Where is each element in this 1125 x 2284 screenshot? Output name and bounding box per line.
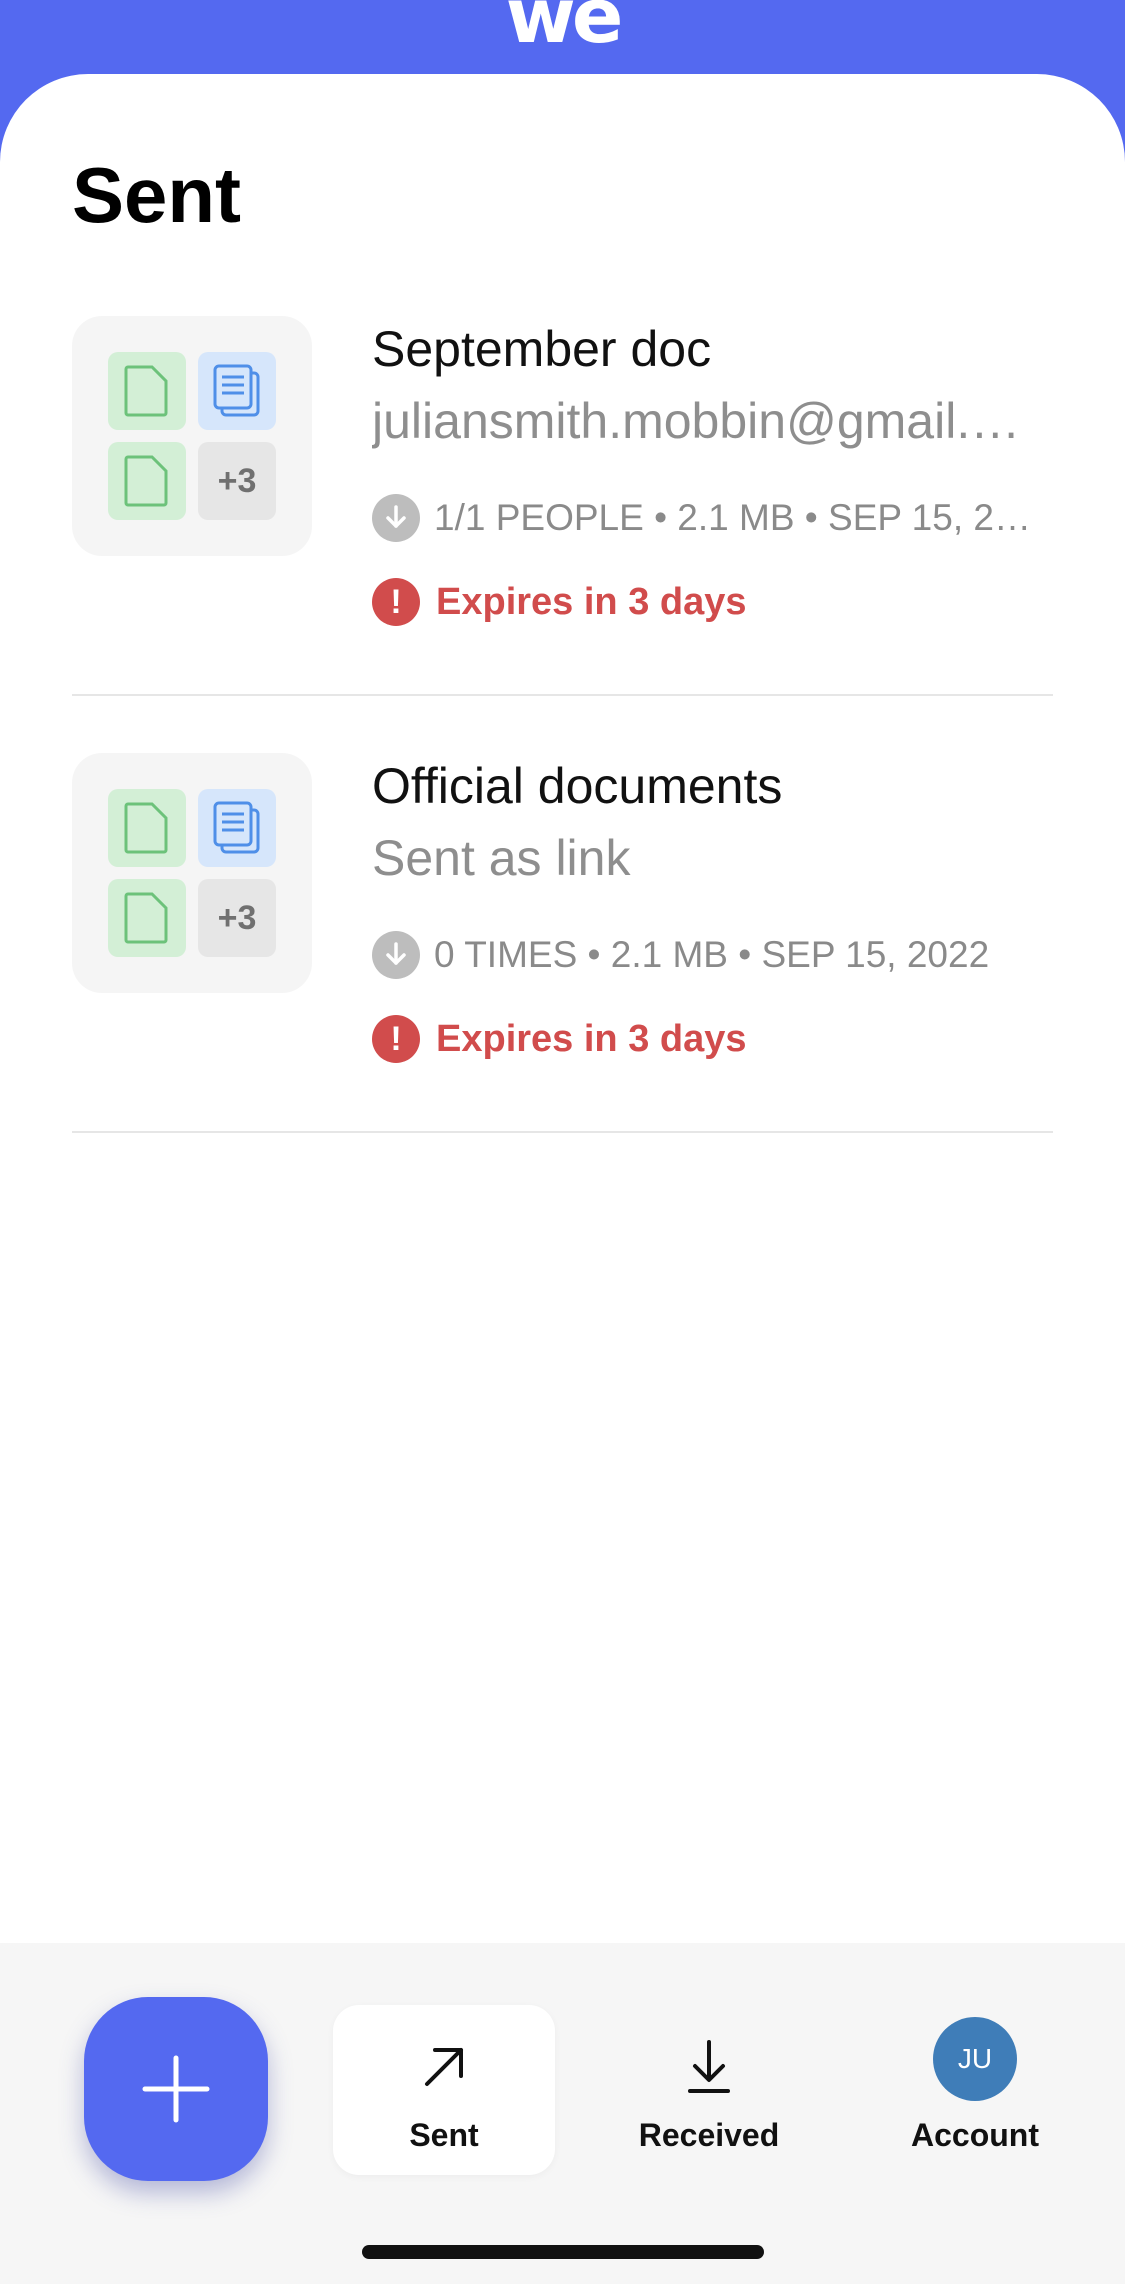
tab-account-label: Account	[911, 2117, 1039, 2153]
app-logo: we	[505, 0, 624, 60]
file-icon	[108, 789, 186, 867]
expiry-text: Expires in 3 days	[436, 580, 747, 623]
expiry-text: Expires in 3 days	[436, 1017, 747, 1060]
tab-received[interactable]: Received	[598, 2005, 820, 2175]
transfer-meta: 0 TIMES • 2.1 MB • SEP 15, 2022	[372, 929, 1042, 981]
more-files-count: +3	[198, 442, 276, 520]
tab-received-label: Received	[638, 2117, 780, 2153]
download-count-icon	[372, 931, 420, 979]
file-icon	[108, 442, 186, 520]
file-icon	[108, 879, 186, 957]
alert-icon: !	[372, 1015, 420, 1063]
more-files-count: +3	[198, 879, 276, 957]
file-thumbnail-grid: +3	[72, 316, 312, 556]
transfer-item[interactable]: +3 September doc juliansmith.mobbin@gmai…	[72, 316, 1053, 696]
transfer-item[interactable]: +3 Official documents Sent as link 0 TIM…	[72, 753, 1053, 1133]
download-icon	[688, 2040, 730, 2093]
download-count-icon	[372, 494, 420, 542]
transfer-title: September doc	[372, 321, 712, 377]
transfer-recipient: Sent as link	[372, 830, 631, 886]
tab-account[interactable]: JU Account	[864, 2005, 1086, 2175]
file-thumbnail-grid: +3	[72, 753, 312, 993]
bottom-tab-bar: Sent Received JU Account	[0, 1943, 1125, 2284]
expiry-warning: ! Expires in 3 days	[372, 578, 747, 626]
file-icon	[108, 352, 186, 430]
alert-icon: !	[372, 578, 420, 626]
add-transfer-button[interactable]	[84, 1997, 268, 2181]
tab-sent-label: Sent	[409, 2117, 479, 2153]
expiry-warning: ! Expires in 3 days	[372, 1015, 747, 1063]
transfer-meta-text: 1/1 PEOPLE • 2.1 MB • SEP 15, 2022	[434, 497, 1042, 538]
arrow-up-right-icon	[425, 2048, 463, 2086]
transfer-meta-text: 0 TIMES • 2.1 MB • SEP 15, 2022	[434, 934, 990, 975]
document-stack-icon	[198, 789, 276, 867]
tab-sent[interactable]: Sent	[333, 2005, 555, 2175]
home-indicator	[362, 2245, 764, 2259]
page-title: Sent	[72, 151, 242, 239]
plus-icon	[142, 2055, 210, 2123]
document-stack-icon	[198, 352, 276, 430]
transfer-recipient: juliansmith.mobbin@gmail.com	[372, 393, 1042, 449]
transfer-meta: 1/1 PEOPLE • 2.1 MB • SEP 15, 2022	[372, 492, 1042, 544]
avatar: JU	[933, 2017, 1017, 2101]
transfer-title: Official documents	[372, 758, 783, 814]
